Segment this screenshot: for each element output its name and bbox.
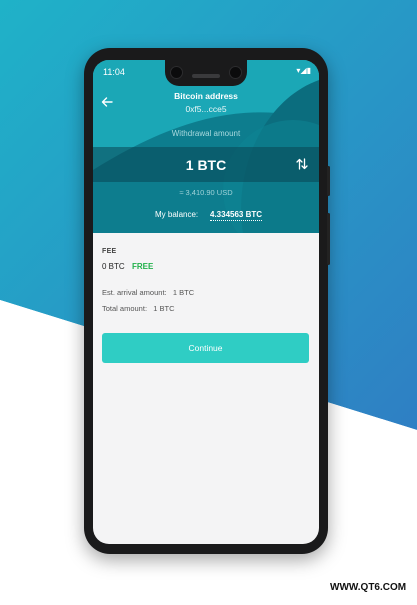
earpiece-speaker — [192, 74, 220, 78]
fee-value: 0 BTC — [102, 262, 125, 271]
front-camera-right — [229, 66, 242, 79]
continue-button[interactable]: Continue — [102, 333, 309, 363]
swap-currency-icon[interactable] — [296, 157, 308, 175]
status-icons: ▾◢▮ — [296, 66, 311, 75]
balance-label: My balance: — [155, 210, 199, 219]
fee-free-badge: FREE — [132, 262, 154, 271]
front-camera-left — [170, 66, 183, 79]
total-amount: Total amount: 1 BTC — [102, 304, 175, 313]
withdrawal-amount-label: Withdrawal amount — [171, 129, 241, 138]
page-title: Bitcoin address — [174, 91, 238, 101]
balance-value-link[interactable]: 4.334563 BTC — [210, 210, 263, 221]
volume-button — [327, 213, 330, 265]
app-screen: 11:04 ▾◢▮ Bitcoin address 0xf5...cce5 Wi… — [93, 60, 319, 544]
est-arrival-amount: Est. arrival amount: 1 BTC — [102, 288, 195, 297]
bitcoin-address: 0xf5...cce5 — [185, 104, 227, 114]
withdraw-header-panel: 11:04 ▾◢▮ Bitcoin address 0xf5...cce5 Wi… — [93, 60, 319, 233]
withdrawal-amount-value[interactable]: 1 BTC — [93, 157, 319, 173]
status-time: 11:04 — [103, 67, 125, 77]
phone-frame: 11:04 ▾◢▮ Bitcoin address 0xf5...cce5 Wi… — [84, 48, 330, 554]
usd-equivalent: ≈ 3,410.90 USD — [179, 188, 233, 197]
fee-label: FEE — [102, 248, 117, 255]
power-button — [327, 166, 330, 196]
watermark: WWW.QT6.COM — [330, 582, 407, 593]
camera-notch — [165, 60, 247, 86]
